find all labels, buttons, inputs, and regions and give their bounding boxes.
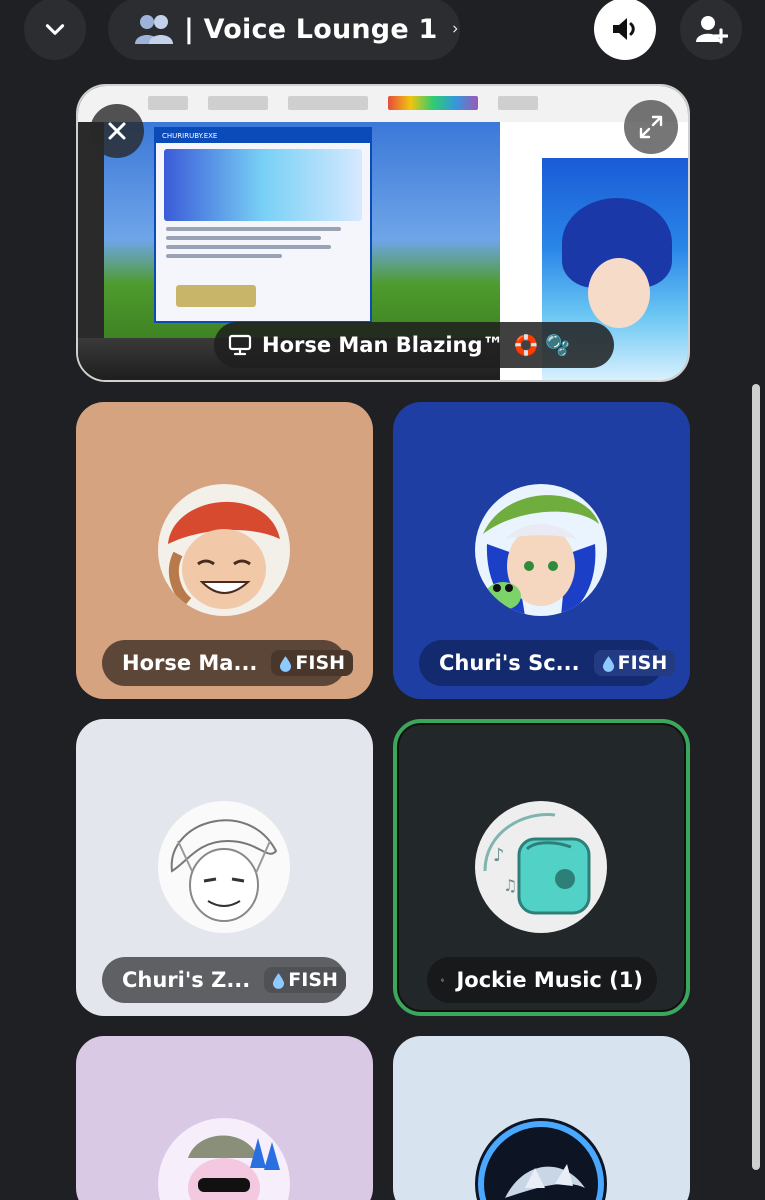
avatar xyxy=(475,1118,607,1200)
stream-label-text: Horse Man Blazing™ xyxy=(262,333,504,357)
collapse-button[interactable] xyxy=(24,0,86,60)
water-drop-icon xyxy=(280,655,292,672)
scrollbar[interactable] xyxy=(752,384,760,1170)
close-icon xyxy=(108,122,126,140)
expand-stream-button[interactable] xyxy=(624,100,678,154)
people-icon xyxy=(134,12,176,46)
avatar xyxy=(158,1118,290,1200)
close-stream-button[interactable] xyxy=(90,104,144,158)
participant-tile-speaking[interactable]: ♪ ♫ Jockie Music (1) xyxy=(393,719,690,1016)
participant-tile[interactable] xyxy=(76,1036,373,1200)
add-user-icon xyxy=(696,16,728,44)
music-activity-icon xyxy=(441,978,445,982)
chevron-right-icon xyxy=(453,25,458,33)
app-window: CHURIRUBY.EXE xyxy=(154,127,372,323)
svg-text:♪: ♪ xyxy=(493,845,505,866)
svg-text:♫: ♫ xyxy=(503,876,517,895)
water-drop-icon xyxy=(602,655,614,672)
expand-icon xyxy=(639,115,663,139)
fish-tag: FISH xyxy=(593,650,676,676)
participant-tile[interactable] xyxy=(393,1036,690,1200)
participant-name-pill: Horse Ma... FISH xyxy=(102,640,354,686)
participant-name-pill: Jockie Music (1) xyxy=(427,957,657,1003)
participant-name: Churi's Z... xyxy=(122,968,251,992)
fish-tag: FISH xyxy=(264,967,346,993)
participant-name-pill: Churi's Z... FISH xyxy=(102,957,346,1003)
speaker-button[interactable] xyxy=(594,0,656,60)
speaker-icon xyxy=(613,18,635,40)
stream-tile[interactable]: CHURIRUBY.EXE Horse Man Blazing™ 🛟 🫧 xyxy=(76,84,690,382)
participant-name: Churi's Sc... xyxy=(439,651,580,675)
monitor-icon xyxy=(228,334,252,356)
participant-name: Horse Ma... xyxy=(122,651,258,675)
participant-name: Jockie Music (1) xyxy=(456,968,643,992)
paint-toolbar xyxy=(78,86,688,122)
channel-header[interactable]: | Voice Lounge 1 xyxy=(108,0,460,60)
invite-button[interactable] xyxy=(680,0,742,60)
avatar: ♪ ♫ xyxy=(475,801,607,933)
avatar xyxy=(475,484,607,616)
channel-title: | Voice Lounge 1 xyxy=(184,13,438,45)
stream-label-emojis: 🛟 🫧 xyxy=(513,333,571,357)
participant-tile[interactable]: Churi's Sc... FISH xyxy=(393,402,690,699)
water-drop-icon xyxy=(273,972,285,989)
fish-tag: FISH xyxy=(271,650,354,676)
avatar xyxy=(158,484,290,616)
stream-label: Horse Man Blazing™ 🛟 🫧 xyxy=(214,322,615,368)
participant-name-pill: Churi's Sc... FISH xyxy=(419,640,676,686)
top-bar: | Voice Lounge 1 xyxy=(0,0,765,60)
avatar xyxy=(158,801,290,933)
participant-tile[interactable]: Churi's Z... FISH xyxy=(76,719,373,1016)
chevron-down-icon xyxy=(45,24,65,35)
participant-tile[interactable]: Horse Ma... FISH xyxy=(76,402,373,699)
